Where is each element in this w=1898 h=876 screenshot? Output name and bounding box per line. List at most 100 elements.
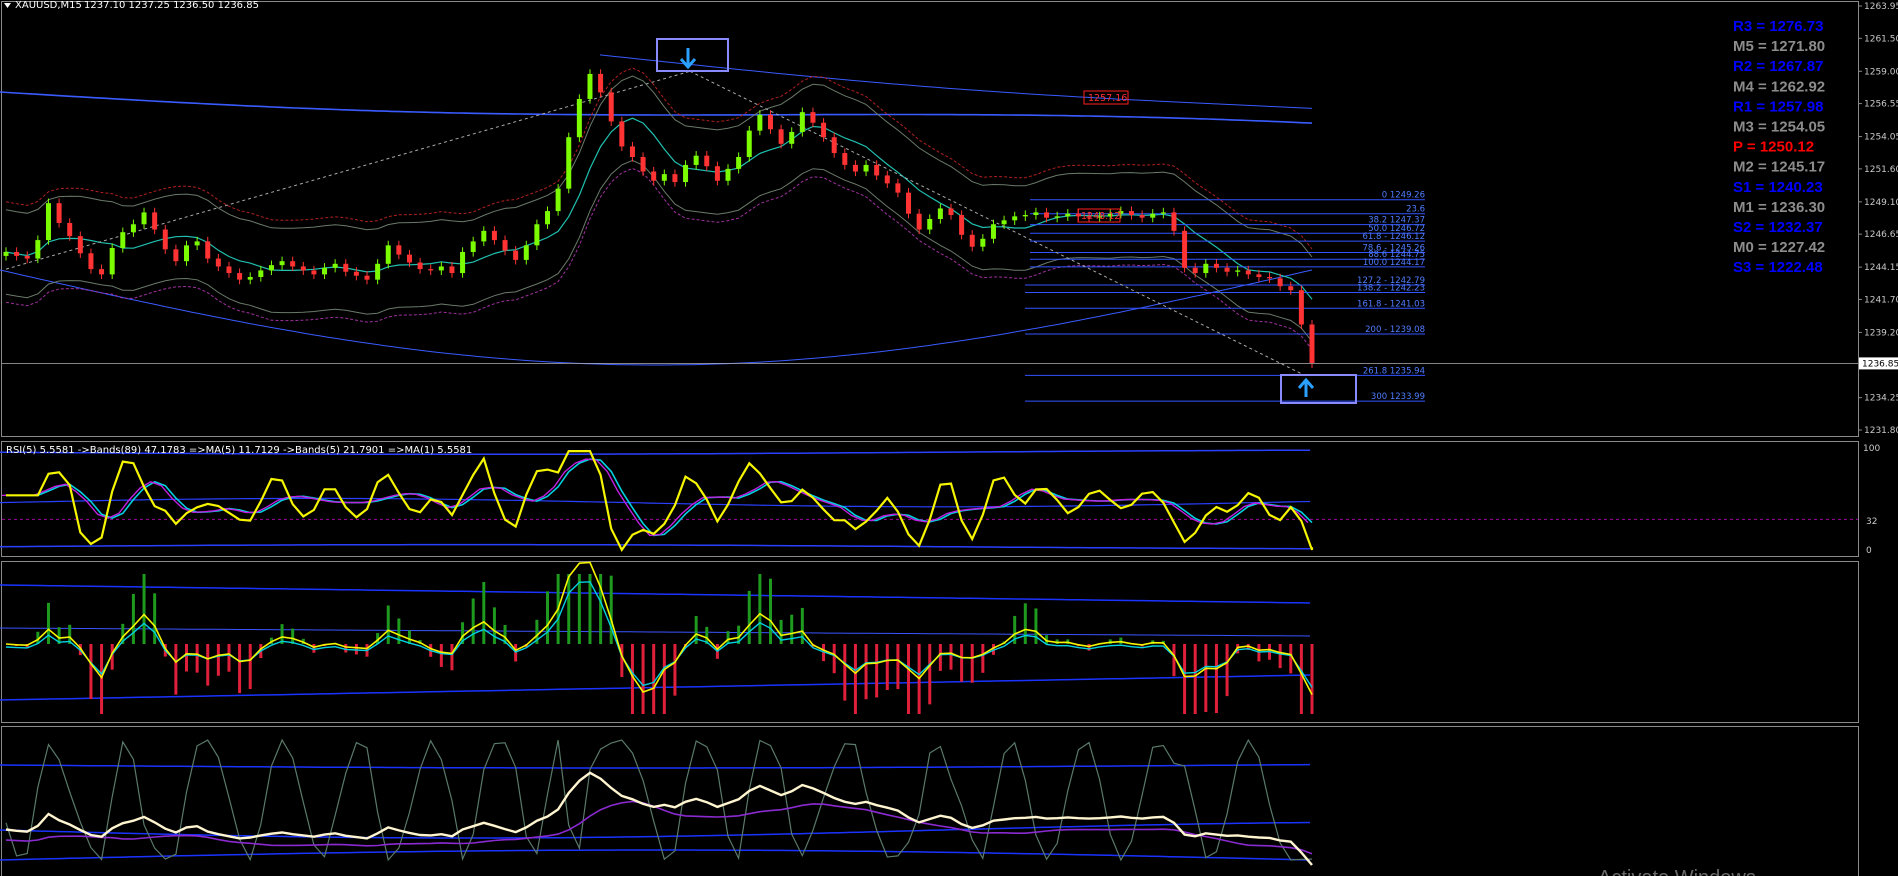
candle-body	[173, 249, 179, 262]
candle-body	[1139, 215, 1145, 218]
pivot-level-label: R1 = 1257.98	[1733, 98, 1824, 115]
histogram-bar	[960, 644, 964, 682]
candle-body	[1065, 213, 1071, 217]
candle-body	[130, 224, 136, 233]
histogram-bar	[567, 574, 571, 644]
arrow-up-icon	[1297, 377, 1315, 397]
candle-body	[1182, 230, 1188, 268]
histogram-bar	[609, 575, 613, 644]
candle-body	[35, 240, 41, 259]
candle-body	[555, 188, 561, 212]
candle-body	[502, 240, 508, 251]
candle-body	[672, 174, 678, 183]
current-price-label: 1236.85	[1862, 359, 1898, 369]
pivot-level-label: S3 = 1222.48	[1733, 259, 1823, 276]
histogram-bar	[492, 607, 496, 644]
fib-level-label: 161.8 - 1241.03	[1357, 299, 1425, 309]
candle-body	[162, 229, 168, 250]
symbol-label: XAUUSD,M15	[15, 0, 82, 11]
histogram-bar	[1034, 608, 1038, 644]
hist-upper-band	[0, 584, 1311, 604]
sell-signal-box[interactable]	[656, 38, 729, 72]
candle-body	[906, 192, 912, 214]
candle-body	[258, 270, 264, 278]
pivot-level-label: M5 = 1271.80	[1733, 38, 1825, 55]
pivot-level-label: R3 = 1276.73	[1733, 18, 1824, 35]
candle-body	[226, 266, 232, 274]
histogram-bar	[928, 644, 932, 705]
histogram-bar	[620, 644, 624, 678]
candle-body	[959, 215, 965, 235]
candle-body	[237, 273, 243, 280]
candle-body	[576, 98, 582, 138]
histogram-bar	[1087, 644, 1091, 651]
candle-body	[598, 73, 604, 93]
histogram-bar	[450, 644, 454, 671]
trading-chart[interactable]: 0 1249.2623.638.2 1247.3750.0 1246.7261.…	[0, 0, 1898, 876]
histogram-bar	[875, 644, 879, 698]
candle-body	[300, 266, 306, 271]
candle-body	[184, 245, 190, 262]
histogram-bar	[216, 644, 220, 676]
rsi-axis-32: 32	[1866, 517, 1877, 527]
candle-body	[629, 146, 635, 158]
histogram-bar	[790, 614, 794, 644]
histogram-bar	[981, 644, 985, 673]
axis-tick-label: 1239.20	[1864, 328, 1898, 338]
candle-body	[523, 245, 529, 260]
osc-fast-line	[5, 738, 1313, 862]
candle-body	[640, 157, 646, 172]
candle-body	[683, 164, 689, 183]
histogram-bar	[747, 590, 751, 644]
histogram-bar	[652, 644, 656, 714]
fib-level-label: 261.8 1235.94	[1363, 366, 1425, 376]
histogram-bar	[227, 644, 231, 672]
histogram-bar	[386, 605, 390, 644]
candle-body	[205, 241, 211, 259]
price-axis: 1263.95 1261.50 1259.00 1256.55 1254.05 1251.…	[1858, 2, 1898, 436]
candle-body	[460, 251, 466, 274]
candle-body	[1224, 267, 1230, 272]
histogram-bar	[1119, 637, 1123, 644]
histogram-bar	[1225, 644, 1229, 697]
trend-line	[689, 70, 1307, 377]
histogram-bar	[153, 593, 157, 644]
candle-body	[969, 234, 975, 247]
candle-body	[746, 130, 752, 158]
histogram-bar	[864, 644, 868, 700]
pivot-level-label: M1 = 1236.30	[1733, 199, 1825, 216]
histogram-bar	[238, 644, 242, 694]
candle-body	[1267, 277, 1273, 279]
pivot-levels-list: R3 = 1276.73 M5 = 1271.80 R2 = 1267.87 M4 =…	[1733, 18, 1825, 276]
histogram-bar	[46, 602, 50, 644]
hist-mid-band	[0, 627, 1311, 637]
candle-body	[884, 175, 890, 184]
candle-body	[513, 250, 519, 260]
candle-body	[736, 157, 742, 169]
histogram-bar	[89, 644, 93, 700]
candle-body	[1192, 267, 1198, 274]
histogram-bar	[970, 644, 974, 683]
triangle-down-icon[interactable]	[4, 3, 11, 8]
candle-body	[810, 112, 816, 123]
candle-body	[215, 258, 221, 267]
candle-body	[799, 112, 805, 132]
axis-tick-label: 1246.65	[1864, 230, 1898, 240]
symbol-header[interactable]: XAUUSD,M15 1237.10 1237.25 1236.50 1236.…	[4, 0, 259, 11]
pivot-level-label: S2 = 1232.37	[1733, 219, 1823, 236]
candle-body	[990, 224, 996, 239]
buy-signal-box[interactable]	[1280, 374, 1357, 404]
price-tag-label: 1257.16	[1088, 93, 1127, 104]
candle-body	[1171, 212, 1177, 231]
candle-body	[587, 73, 593, 99]
histogram-bar	[853, 644, 857, 714]
axis-tick-label: 1251.60	[1864, 165, 1898, 175]
histogram-bar	[142, 574, 146, 644]
candle-body	[704, 155, 710, 167]
axis-tick-label: 1256.55	[1864, 100, 1898, 110]
pivot-level-label: M2 = 1245.17	[1733, 159, 1825, 176]
candle-body	[874, 164, 880, 176]
pivot-level-label: R2 = 1267.87	[1733, 58, 1824, 75]
candle-body	[311, 270, 317, 275]
axis-tick-label: 1254.05	[1864, 133, 1898, 143]
